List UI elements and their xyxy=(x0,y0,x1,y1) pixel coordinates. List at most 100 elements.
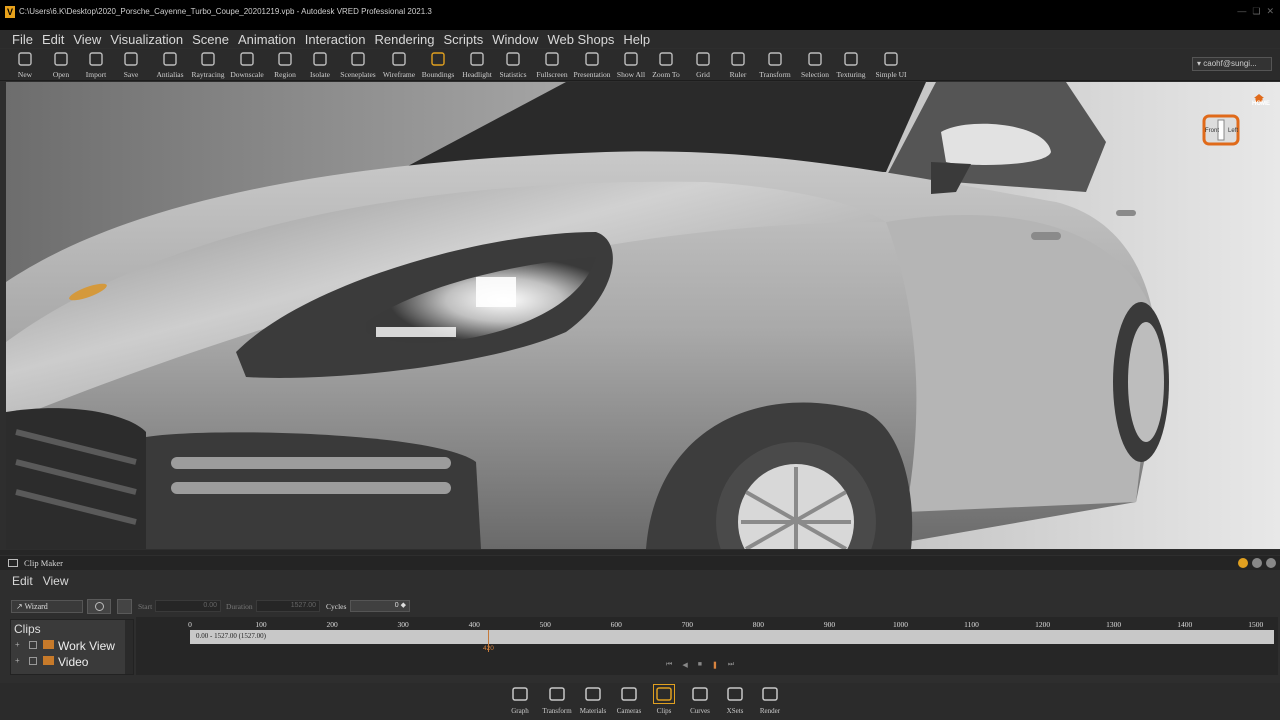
dock-render-button[interactable]: Render xyxy=(752,683,788,715)
tree-item-video[interactable]: + Video xyxy=(13,654,125,666)
toolbar-show-all-button[interactable]: Show All xyxy=(613,49,649,81)
toolbar-selection-button[interactable]: Selection xyxy=(797,49,833,81)
clip-menu-edit[interactable]: Edit xyxy=(12,574,33,588)
toolbar-presentation-button[interactable]: Presentation xyxy=(573,49,611,81)
vred-window: V C:\Users\6.K\Desktop\2020_Porsche_Caye… xyxy=(0,0,1280,720)
clip-menu-view[interactable]: View xyxy=(43,574,69,588)
menu-animation[interactable]: Animation xyxy=(238,32,296,47)
cycles-field[interactable]: 0 ◆ xyxy=(350,600,410,612)
ruler-tick-label: 300 xyxy=(397,620,409,629)
sceneplates-icon xyxy=(349,51,367,67)
menu-help[interactable]: Help xyxy=(623,32,650,47)
dock-graph-button[interactable]: Graph xyxy=(502,683,538,715)
toolbar-sceneplates-button[interactable]: Sceneplates xyxy=(340,49,376,81)
search-icon[interactable] xyxy=(87,599,111,614)
render-viewport[interactable]: HOME Front Left xyxy=(6,82,1280,549)
toolbar-import-button[interactable]: Import xyxy=(78,49,114,81)
ruler-tick-label: 1000 xyxy=(893,620,908,629)
clip-track[interactable] xyxy=(190,630,1274,644)
toolbar-isolate-button[interactable]: Isolate xyxy=(302,49,338,81)
tree-scrollbar[interactable] xyxy=(125,620,133,674)
wireframe-icon xyxy=(390,51,408,67)
materials-icon xyxy=(583,685,603,703)
timeline-ruler[interactable]: 0 100 200 300 400 500 600 700 800 900 1000 1100 1200… xyxy=(136,617,1278,630)
dock-materials-button[interactable]: Materials xyxy=(575,683,611,715)
toolbar-texturing-button[interactable]: Texturing xyxy=(833,49,869,81)
folder-icon xyxy=(43,656,54,665)
toolbar-label: Texturing xyxy=(836,70,866,79)
visibility-checkbox[interactable] xyxy=(29,657,37,665)
menu-rendering[interactable]: Rendering xyxy=(374,32,434,47)
menu-view[interactable]: View xyxy=(73,32,101,47)
clip-timeline[interactable]: 0 100 200 300 400 500 600 700 800 900 1000 1100 1200… xyxy=(136,617,1278,675)
restore-icon[interactable]: ❏ xyxy=(1252,6,1260,17)
panel-close-icon[interactable] xyxy=(1266,558,1276,568)
dock-clips-button[interactable]: Clips xyxy=(646,683,682,715)
simple-ui-icon xyxy=(882,51,900,67)
minimize-icon[interactable]: — xyxy=(1237,6,1246,17)
toolbar-region-button[interactable]: Region xyxy=(267,49,303,81)
dock-cameras-button[interactable]: Cameras xyxy=(611,683,647,715)
close-icon[interactable]: ✕ xyxy=(1266,6,1274,17)
menu-scene[interactable]: Scene xyxy=(192,32,229,47)
user-account-dropdown[interactable]: ▾ caohf@sungi... xyxy=(1192,57,1272,71)
visibility-checkbox[interactable] xyxy=(29,641,37,649)
open-folder-icon xyxy=(52,51,70,67)
expand-icon[interactable]: + xyxy=(15,657,23,665)
panel-splitter[interactable] xyxy=(0,550,1280,555)
title-bar: V C:\Users\6.K\Desktop\2020_Porsche_Caye… xyxy=(0,0,1280,30)
menu-visualization[interactable]: Visualization xyxy=(110,32,183,47)
clip-maker-header: Clip Maker xyxy=(0,556,1280,570)
start-field[interactable]: 0.00 xyxy=(155,600,221,612)
toolbar-raytracing-button[interactable]: Raytracing xyxy=(190,49,226,81)
toolbar-antialias-button[interactable]: Antialias xyxy=(152,49,188,81)
toolbar-wireframe-button[interactable]: Wireframe xyxy=(381,49,417,81)
dock-curves-button[interactable]: Curves xyxy=(682,683,718,715)
toolbar-open-button[interactable]: Open xyxy=(43,49,79,81)
toolbar-label: Open xyxy=(52,70,70,79)
menu-interaction[interactable]: Interaction xyxy=(305,32,366,47)
toolbar-fullscreen-button[interactable]: Fullscreen xyxy=(534,49,570,81)
refresh-icon[interactable] xyxy=(117,599,132,614)
menu-scripts[interactable]: Scripts xyxy=(443,32,483,47)
ruler-icon xyxy=(729,51,747,67)
toolbar-label: Antialias xyxy=(156,70,184,79)
toolbar-zoom-to-button[interactable]: Zoom To xyxy=(648,49,684,81)
dock-label: Graph xyxy=(511,707,529,715)
dock-transform-button[interactable]: Transform xyxy=(539,683,575,715)
raytracing-icon xyxy=(199,51,217,67)
expand-icon[interactable]: + xyxy=(15,641,23,649)
panel-float-icon[interactable] xyxy=(1252,558,1262,568)
tree-item-work-view[interactable]: + Work View xyxy=(13,638,125,654)
menu-file[interactable]: File xyxy=(12,32,33,47)
playhead-value: 420 xyxy=(482,645,494,652)
toolbar-downscale-button[interactable]: Downscale xyxy=(229,49,265,81)
navigation-cube[interactable]: Front Left xyxy=(1198,110,1244,150)
wizard-button[interactable]: ↗ Wizard xyxy=(11,600,83,613)
zoom-to-icon xyxy=(657,51,675,67)
menu-web-shops[interactable]: Web Shops xyxy=(547,32,614,47)
pause-icon[interactable]: ❚ xyxy=(712,661,718,669)
vred-app-icon: V xyxy=(5,6,15,18)
toolbar-statistics-button[interactable]: Statistics xyxy=(495,49,531,81)
skip-end-icon[interactable]: ⏭ xyxy=(728,661,734,669)
menu-window[interactable]: Window xyxy=(492,32,538,47)
play-reverse-icon[interactable]: ◀ xyxy=(682,661,687,669)
transform-icon xyxy=(766,51,784,67)
toolbar-ruler-button[interactable]: Ruler xyxy=(720,49,756,81)
toolbar-grid-button[interactable]: Grid xyxy=(685,49,721,81)
panel-pin-icon[interactable] xyxy=(1238,558,1248,568)
toolbar-simple-ui-button[interactable]: Simple UI xyxy=(873,49,909,81)
dock-xsets-button[interactable]: XSets xyxy=(717,683,753,715)
toolbar-save-button[interactable]: Save xyxy=(113,49,149,81)
toolbar-label: Fullscreen xyxy=(536,70,568,79)
toolbar-boundings-button[interactable]: Boundings xyxy=(420,49,456,81)
skip-start-icon[interactable]: ⏮ xyxy=(666,661,672,669)
menu-edit[interactable]: Edit xyxy=(42,32,64,47)
toolbar-label: Simple UI xyxy=(875,70,907,79)
duration-field[interactable]: 1527.00 xyxy=(256,600,320,612)
toolbar-transform-button[interactable]: Transform xyxy=(757,49,793,81)
stop-icon[interactable]: ■ xyxy=(698,661,702,669)
toolbar-headlight-button[interactable]: Headlight xyxy=(459,49,495,81)
toolbar-new-button[interactable]: New xyxy=(7,49,43,81)
